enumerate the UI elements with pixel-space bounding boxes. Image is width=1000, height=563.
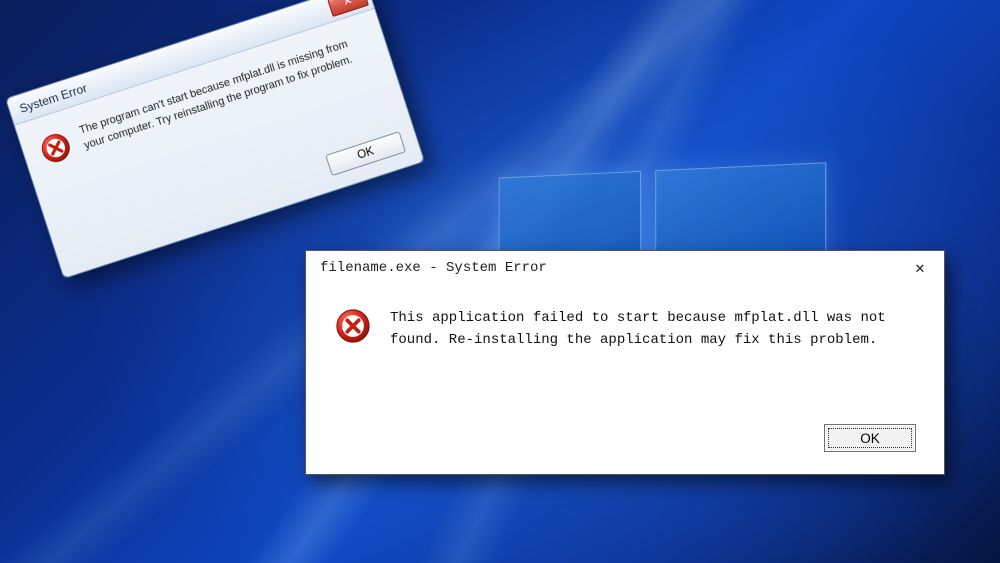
ok-button[interactable]: OK [325,131,406,176]
error-icon [36,128,76,168]
error-icon [334,307,372,345]
ok-button[interactable]: OK [824,424,916,452]
close-icon: ✕ [915,258,925,278]
ok-button-label: OK [356,145,376,162]
titlebar[interactable]: filename.exe - System Error ✕ [306,251,944,285]
error-dialog-front: filename.exe - System Error ✕ [305,250,945,475]
close-icon: ✕ [342,0,354,9]
ok-button-label: OK [860,431,880,446]
close-button[interactable]: ✕ [906,257,934,279]
window-title: filename.exe - System Error [320,260,547,276]
error-dialog-back: System Error ✕ [5,0,425,279]
desktop-background: System Error ✕ [0,0,1000,563]
error-message: This application failed to start because… [390,307,910,352]
